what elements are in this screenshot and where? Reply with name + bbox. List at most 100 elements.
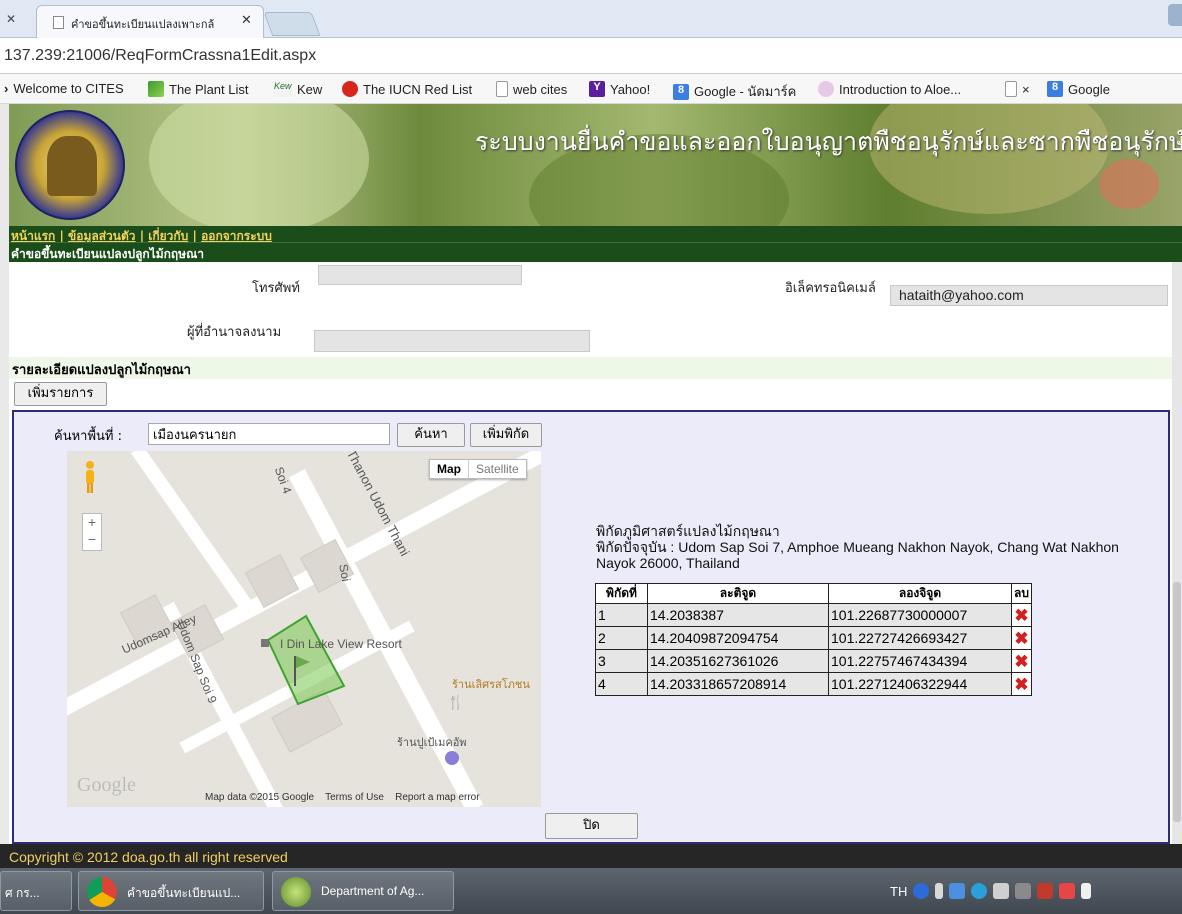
map-type-map[interactable]: Map <box>430 460 469 478</box>
map-road <box>130 451 258 617</box>
site-title: ระบบงานยื่นคำขอและออกใบอนุญาตพืชอนุรักษ์… <box>475 127 1182 156</box>
phone-field[interactable] <box>318 265 522 285</box>
map-type-satellite[interactable]: Satellite <box>469 460 526 478</box>
section-header: รายละเอียดแปลงปลูกไม้กฤษณา <box>9 357 1172 379</box>
nav-separator: | <box>188 229 202 243</box>
coordinate-table: พิกัดที่ ละติจูด ลองจิจูด ลบ 1 14.203838… <box>595 583 1032 696</box>
nav-about[interactable]: เกี่ยวกับ <box>148 229 188 243</box>
map-poi-label[interactable]: I Din Lake View Resort <box>280 637 402 651</box>
close-button[interactable]: ปิด <box>545 813 638 839</box>
window-control[interactable] <box>1168 4 1182 26</box>
site-banner: ระบบงานยื่นคำขอและออกใบอนุญาตพืชอนุรักษ์… <box>9 104 1182 226</box>
copyright-text: Copyright © 2012 doa.go.th all right res… <box>9 849 288 865</box>
nav-separator: | <box>135 229 149 243</box>
tab-close-icon[interactable]: ✕ <box>241 13 252 28</box>
google-logo: Google <box>77 774 136 796</box>
col-latitude: ละติจูด <box>647 583 829 604</box>
nav-home[interactable]: หน้าแรก <box>11 229 55 243</box>
terms-link[interactable]: Terms of Use <box>325 792 384 803</box>
coordinate-info: พิกัดภูมิศาสตร์แปลงไม้กฤษณา พิกัดปัจจุบั… <box>596 523 1136 571</box>
taskbar-item[interactable]: ศ กร... <box>0 871 72 911</box>
department-seal-logo <box>15 110 125 220</box>
delete-icon[interactable]: ✖ <box>1014 629 1028 648</box>
device-icon[interactable] <box>1015 883 1032 899</box>
map-poi-label[interactable]: ร้านปูเป้เมคอัพ <box>397 733 467 751</box>
bookmark-yahoo[interactable]: Y Yahoo! <box>589 81 650 97</box>
add-item-button[interactable]: เพิ่มรายการ <box>14 382 107 406</box>
table-row: 4 14.203318657208914 101.22712406322944 … <box>595 672 1032 696</box>
row-latitude: 14.2038387 <box>647 603 829 627</box>
taskbar-item-doa[interactable]: Department of Ag... <box>272 871 454 911</box>
system-tray: TH <box>890 868 1092 914</box>
map-poi-label[interactable]: ร้านเลิศรสโภชน <box>452 675 530 693</box>
row-latitude: 14.20409872094754 <box>647 626 829 650</box>
zoom-in-icon[interactable]: + <box>83 514 101 531</box>
zoom-control[interactable]: + − <box>82 513 102 551</box>
help-icon[interactable] <box>913 883 930 899</box>
row-latitude: 14.203318657208914 <box>647 672 829 696</box>
row-no: 2 <box>595 626 648 650</box>
search-button[interactable]: ค้นหา <box>397 423 465 447</box>
google-icon: 8 <box>1047 81 1063 97</box>
page-icon <box>496 81 508 97</box>
row-latitude: 14.20351627361026 <box>647 649 829 673</box>
url-text[interactable]: 137.239:21006/ReqFormCrassna1Edit.aspx <box>4 47 316 65</box>
volume-icon[interactable] <box>993 883 1010 899</box>
zoom-out-icon[interactable]: − <box>83 531 101 548</box>
bookmark-google[interactable]: 8 Google <box>1047 81 1110 97</box>
security-icon[interactable] <box>1037 883 1054 899</box>
new-tab-button[interactable] <box>263 12 321 36</box>
plot-polygon <box>266 614 346 706</box>
google-map[interactable]: Map Satellite + − Soi 4 Thanon Udom Than… <box>67 451 541 807</box>
table-row: 1 14.2038387 101.22687730000007 ✖ <box>595 603 1032 627</box>
current-coordinate: พิกัดปัจจุบัน : Udom Sap Soi 7, Amphoe M… <box>596 539 1119 571</box>
bookmark-aloe[interactable]: Introduction to Aloe... <box>818 81 961 97</box>
row-longitude: 101.22727426693427 <box>828 626 1012 650</box>
row-no: 1 <box>595 603 648 627</box>
plant-list-icon <box>148 81 164 97</box>
close-icon[interactable]: ✕ <box>6 12 16 26</box>
delete-icon[interactable]: ✖ <box>1014 606 1028 625</box>
taskbar-item-chrome[interactable]: คำขอขึ้นทะเบียนแป... <box>78 871 264 911</box>
bookmark-plant-list[interactable]: The Plant List <box>148 81 249 97</box>
tab-title: คำขอขึ้นทะเบียนแปลงเพาะกล้ <box>71 18 215 31</box>
bookmark-blank[interactable]: × <box>1005 81 1030 97</box>
delete-icon[interactable]: ✖ <box>1014 675 1028 694</box>
flag-icon[interactable] <box>1081 883 1092 899</box>
page-scrollbar[interactable] <box>1172 262 1182 856</box>
email-field[interactable]: hataith@yahoo.com <box>890 285 1168 306</box>
delete-icon[interactable]: ✖ <box>1014 652 1028 671</box>
bookmark-web-cites[interactable]: web cites <box>496 81 567 97</box>
bookmark-cites[interactable]: › Welcome to CITES <box>4 81 124 96</box>
scrollbar-thumb[interactable] <box>1173 582 1181 822</box>
taskbar-item-label: Department of Ag... <box>321 884 425 898</box>
col-no: พิกัดที่ <box>595 583 648 604</box>
add-coordinate-button[interactable]: เพิ่มพิกัด <box>470 423 542 447</box>
bookmark-google-bookmark[interactable]: 8 Google - นัดมาร์ค <box>673 81 796 102</box>
bookmark-kew[interactable]: Kew Kew <box>274 81 322 97</box>
email-label: อิเล็คทรอนิคเมล์ <box>785 281 876 296</box>
language-indicator[interactable]: TH <box>890 884 907 899</box>
pegman-icon[interactable] <box>82 459 98 495</box>
chrome-icon <box>87 877 117 907</box>
network-icon[interactable] <box>949 883 966 899</box>
authorized-signer-field[interactable] <box>314 330 590 352</box>
page-title-bar: คำขอขึ้นทะเบียนแปลงปลูกไม้กฤษณา <box>9 242 1182 262</box>
nav-logout[interactable]: ออกจากระบบ <box>201 229 272 243</box>
col-longitude: ลองจิจูด <box>828 583 1012 604</box>
report-map-error-link[interactable]: Report a map error <box>395 792 479 803</box>
browser-tab[interactable]: คำขอขึ้นทะเบียนแปลงเพาะกล้ ✕ <box>36 5 264 38</box>
coordinate-title: พิกัดภูมิศาสตร์แปลงไม้กฤษณา <box>596 523 780 539</box>
shield-icon[interactable] <box>1059 883 1076 899</box>
bookmark-iucn[interactable]: The IUCN Red List <box>342 81 472 97</box>
area-search-input[interactable] <box>148 423 390 445</box>
pen-icon[interactable] <box>935 883 944 899</box>
bookmarks-bar: › Welcome to CITES The Plant List Kew Kew … <box>0 74 1182 104</box>
poi-marker-icon <box>261 639 269 647</box>
nav-profile[interactable]: ข้อมูลส่วนตัว <box>68 229 135 243</box>
address-bar[interactable]: 137.239:21006/ReqFormCrassna1Edit.aspx <box>0 38 1182 74</box>
page-icon <box>53 16 64 29</box>
phone-label: โทรศัพท์ <box>252 281 300 296</box>
shop-icon <box>445 751 459 765</box>
sync-icon[interactable] <box>971 883 988 899</box>
